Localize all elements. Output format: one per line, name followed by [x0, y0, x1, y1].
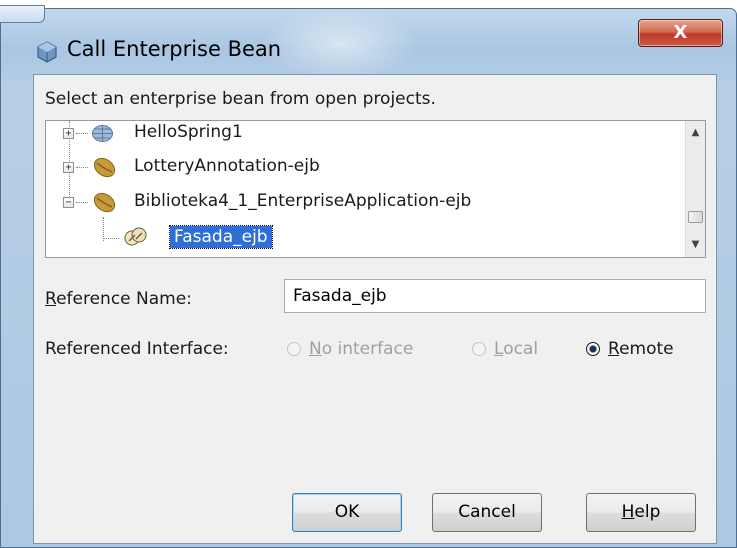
tree-connector — [76, 167, 88, 168]
session-bean-icon — [124, 227, 147, 246]
radio-remote[interactable]: Remote — [586, 339, 674, 359]
tree-item-label-selected: Fasada_ejb — [169, 225, 273, 249]
tree-connector — [103, 238, 119, 239]
mnemonic: R — [608, 339, 620, 359]
dialog-content: Select an enterprise bean from open proj… — [33, 74, 717, 544]
scroll-up-icon[interactable]: ▲ — [686, 123, 705, 143]
option-label: emote — [619, 339, 674, 359]
tree-connector — [76, 202, 88, 203]
label-text: eference Name: — [56, 289, 192, 309]
tree-item-label: LotteryAnnotation-ejb — [134, 156, 320, 176]
bean-app-icon — [37, 41, 57, 63]
dialog-window: Call Enterprise Bean X Select an enterpr… — [0, 5, 737, 548]
radio-button-selected-icon — [586, 342, 600, 356]
bean-tree[interactable]: + HelloSpring1 + LotteryAnnotation-ejb −… — [45, 120, 706, 258]
instruction-text: Select an enterprise bean from open proj… — [45, 89, 436, 109]
scroll-down-icon[interactable]: ▼ — [686, 235, 705, 255]
radio-button-icon — [287, 342, 301, 356]
background-window-edge — [0, 5, 45, 23]
mnemonic: N — [309, 339, 322, 359]
close-button[interactable]: X — [638, 19, 723, 47]
tree-item-fasada-ejb[interactable]: Fasada_ejb — [46, 220, 666, 256]
tree-item-lotteryannotation-ejb[interactable]: + LotteryAnnotation-ejb — [46, 149, 666, 185]
tree-scrollbar[interactable]: ▲ ▼ — [685, 121, 705, 257]
tree-item-label: Biblioteka4_1_EnterpriseApplication-ejb — [134, 191, 472, 211]
collapse-icon[interactable]: − — [63, 197, 74, 208]
reference-name-input[interactable] — [284, 279, 706, 313]
web-module-icon — [92, 125, 113, 142]
radio-local[interactable]: Local — [472, 339, 538, 359]
radio-no-interface[interactable]: No interface — [287, 339, 413, 359]
expand-icon[interactable]: + — [63, 128, 74, 139]
option-label: ocal — [503, 339, 539, 359]
radio-button-icon — [472, 342, 486, 356]
mnemonic: L — [494, 339, 504, 359]
help-button[interactable]: Help — [586, 493, 696, 532]
tree-item-label: HelloSpring1 — [134, 122, 243, 142]
ok-button[interactable]: OK — [292, 493, 402, 532]
bean-icon — [93, 157, 116, 178]
window-title: Call Enterprise Bean — [67, 37, 282, 61]
tree-connector — [76, 133, 88, 134]
expand-icon[interactable]: + — [63, 162, 74, 173]
tree-item-biblioteka4-ejb[interactable]: − Biblioteka4_1_EnterpriseApplication-ej… — [46, 184, 666, 220]
button-label: elp — [634, 502, 661, 522]
cancel-button[interactable]: Cancel — [432, 493, 542, 532]
tree-item-hellospring1[interactable]: + HelloSpring1 — [46, 121, 666, 151]
reference-name-label: Reference Name: — [45, 289, 192, 309]
option-label: o interface — [321, 339, 414, 359]
mnemonic: H — [621, 502, 635, 522]
close-icon: X — [673, 22, 688, 43]
bean-icon — [93, 192, 116, 213]
referenced-interface-label: Referenced Interface: — [45, 339, 229, 359]
mnemonic: R — [45, 289, 57, 309]
scroll-thumb[interactable] — [688, 211, 703, 223]
